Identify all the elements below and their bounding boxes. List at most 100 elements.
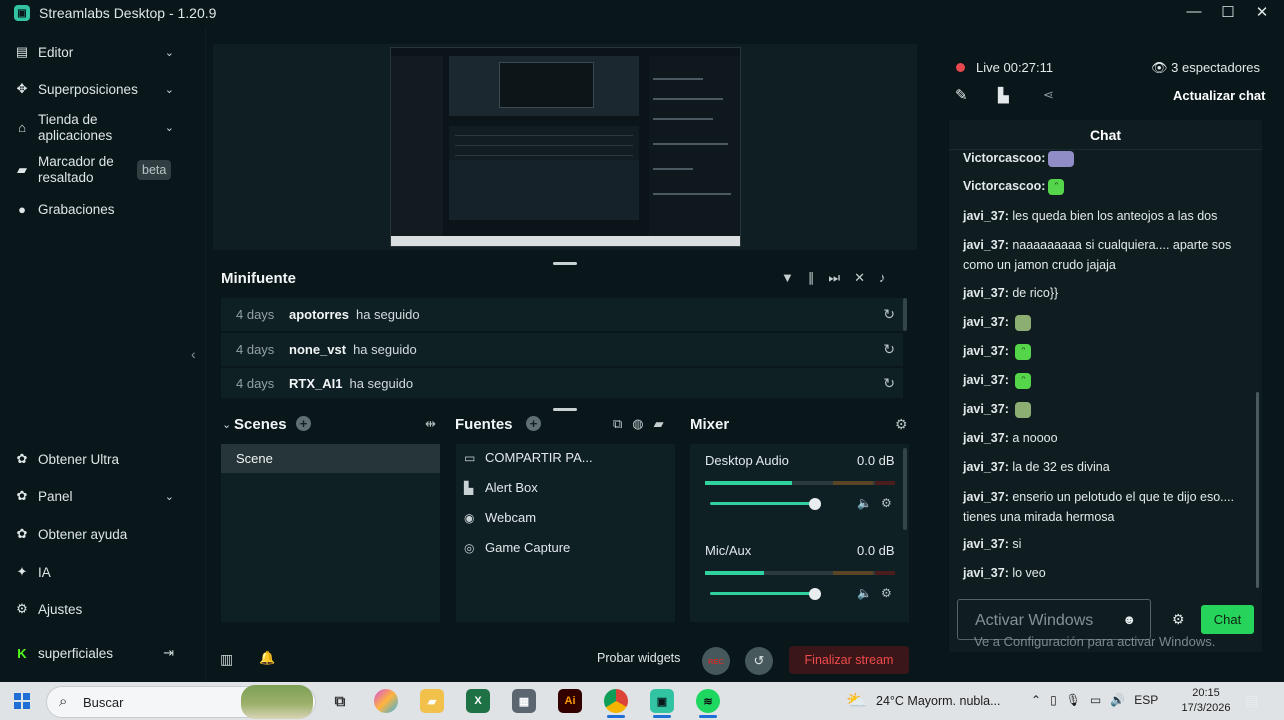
chevron-up-icon[interactable]: ⌃ — [1031, 693, 1041, 707]
clip-icon[interactable]: ▙ — [998, 87, 1009, 104]
chevron-down-icon[interactable]: ⌄ — [165, 490, 174, 503]
source-item[interactable]: ▙ Alert Box — [464, 480, 538, 495]
chevron-down-icon[interactable]: ⌄ — [165, 46, 174, 59]
source-item[interactable]: ▭ COMPARTIR PA... — [464, 450, 593, 465]
share-icon[interactable]: ⋖ — [1043, 87, 1054, 103]
scene-transition-icon[interactable]: ⇹ — [425, 416, 436, 432]
editor-icon: ▤ — [15, 44, 29, 59]
notifications-icon[interactable]: ▤ — [1245, 692, 1258, 709]
sidebar-item-editor[interactable]: ▤ Editor ⌄ — [0, 43, 190, 61]
sidebar-item-ultra[interactable]: ✿ Obtener Ultra — [0, 450, 190, 468]
chat-send-button[interactable]: Chat — [1201, 605, 1254, 634]
record-button[interactable]: REC — [702, 647, 730, 675]
calculator-icon[interactable]: ▦ — [512, 689, 536, 713]
end-stream-button[interactable]: Finalizar stream — [789, 646, 909, 674]
network-icon[interactable]: ▭ — [1090, 693, 1101, 707]
refresh-chat-button[interactable]: Actualizar chat — [1173, 88, 1265, 103]
webcam-icon: ◉ — [464, 510, 475, 525]
microphone-icon[interactable]: 🎙 — [1066, 693, 1081, 707]
maximize-button[interactable]: ☐ — [1220, 3, 1236, 21]
system-tray: ⌃ ▯ 🎙 ▭ 🔊 ESP — [1031, 693, 1158, 707]
speaker-icon[interactable]: 🔈 — [857, 586, 872, 600]
illustrator-icon[interactable]: Ai — [558, 689, 582, 713]
audio-icon[interactable]: ◍ — [632, 416, 643, 432]
volume-slider[interactable] — [710, 498, 838, 510]
clock[interactable]: 20:15 17/3/2026 — [1177, 686, 1235, 716]
sidebar-item-dashboard[interactable]: ✿ Panel ⌄ — [0, 487, 190, 505]
task-view-icon[interactable]: ⧉ — [328, 689, 352, 713]
pause-icon[interactable]: ∥ — [808, 270, 815, 286]
resize-handle[interactable] — [553, 408, 577, 411]
group-icon[interactable]: ⧉ — [613, 416, 622, 432]
mute-alerts-icon[interactable]: ✕ — [854, 270, 865, 286]
device-icon[interactable]: ▯ — [1050, 693, 1057, 707]
feed-scrollbar[interactable] — [903, 298, 907, 331]
chat-user: javi_37: — [963, 402, 1009, 416]
sidebar-item-recordings[interactable]: ● Grabaciones — [0, 200, 190, 218]
stats-icon[interactable]: ▥ — [220, 651, 233, 668]
sidebar-item-settings[interactable]: ⚙ Ajustes — [0, 600, 190, 618]
gear-icon[interactable]: ⚙ — [881, 496, 892, 510]
chevron-down-icon[interactable]: ⌄ — [165, 120, 174, 136]
volume-slider[interactable] — [710, 588, 838, 600]
add-source-icon[interactable]: + — [526, 416, 541, 431]
filter-icon[interactable]: ▼ — [781, 270, 794, 286]
minimize-button[interactable]: — — [1186, 3, 1202, 21]
weather-widget[interactable]: ⛅ 24°C Mayorm. nubla... — [846, 691, 1001, 710]
folder-icon[interactable]: ▰ — [654, 416, 664, 432]
sidebar-item-highlighter[interactable]: ▰ Marcador de resaltado beta — [0, 154, 190, 186]
replay-icon[interactable]: ↻ — [883, 341, 895, 358]
chevron-down-icon[interactable]: ⌄ — [222, 418, 231, 431]
add-scene-icon[interactable]: + — [296, 416, 311, 431]
source-item[interactable]: ◉ Webcam — [464, 510, 536, 525]
replay-icon[interactable]: ↻ — [883, 306, 895, 323]
chat-message: javi_37: enserio un pelotudo el que te d… — [963, 487, 1253, 527]
taskbar-search[interactable]: ⌕ Buscar — [46, 685, 316, 719]
windows-start-icon[interactable] — [14, 693, 30, 709]
mixer-channel-db: 0.0 dB — [857, 453, 895, 468]
sidebar-item-app-store[interactable]: ⌂ Tienda de aplicaciones ⌄ — [0, 112, 190, 144]
gear-icon[interactable]: ⚙ — [1172, 611, 1185, 628]
skip-icon[interactable]: ⏭ — [828, 270, 840, 286]
scenes-title: Scenes — [234, 416, 287, 433]
cloud-sun-icon: ⛅ — [846, 691, 868, 710]
resize-handle[interactable] — [553, 262, 577, 265]
file-explorer-icon[interactable]: ▰ — [420, 689, 444, 713]
chat-scrollbar[interactable] — [1256, 392, 1259, 588]
edit-icon[interactable]: ✎ — [955, 86, 968, 104]
mixer-channel-name: Desktop Audio — [705, 453, 789, 468]
bell-icon[interactable]: 🔔 — [259, 650, 275, 666]
excel-icon[interactable]: X — [466, 689, 490, 713]
sidebar-item-account[interactable]: K superficiales ⇥ — [0, 644, 190, 662]
volume-icon[interactable]: 🔊 — [1110, 693, 1125, 707]
emoji-icon[interactable]: ☻ — [1122, 612, 1136, 627]
mixer-scrollbar[interactable] — [903, 448, 907, 530]
source-item[interactable]: ◎ Game Capture — [464, 540, 570, 555]
replay-icon[interactable]: ↻ — [883, 375, 895, 392]
gear-icon[interactable]: ⚙ — [895, 416, 908, 433]
replay-buffer-button[interactable]: ↺ — [745, 647, 773, 675]
source-label: COMPARTIR PA... — [485, 450, 593, 465]
chrome-icon[interactable] — [604, 689, 628, 713]
emote-icon — [1048, 150, 1075, 167]
volume-icon[interactable]: ♪ — [879, 270, 886, 286]
test-widgets-button[interactable]: Probar widgets — [597, 651, 680, 665]
slider-knob[interactable] — [808, 498, 821, 510]
language-indicator[interactable]: ESP — [1134, 693, 1158, 707]
slider-knob[interactable] — [808, 588, 821, 600]
spotify-icon[interactable]: ≋ — [696, 689, 720, 713]
feed-action: ha seguido — [353, 342, 417, 357]
gear-icon[interactable]: ⚙ — [881, 586, 892, 600]
sidebar-item-overlays[interactable]: ✥ Superposiciones ⌄ — [0, 80, 190, 98]
scene-item[interactable]: Scene — [221, 444, 440, 473]
chat-message: Victorcascoo: ᵔ — [963, 176, 1253, 196]
sidebar-item-help[interactable]: ✿ Obtener ayuda — [0, 525, 190, 543]
logout-icon[interactable]: ⇥ — [163, 645, 174, 661]
collapse-arrow-icon[interactable]: ‹ — [191, 346, 196, 362]
speaker-icon[interactable]: 🔈 — [857, 496, 872, 510]
streamlabs-icon[interactable]: ▣ — [650, 689, 674, 713]
close-button[interactable]: ✕ — [1254, 3, 1270, 21]
sidebar-item-ai[interactable]: ✦ IA — [0, 563, 190, 581]
chevron-down-icon[interactable]: ⌄ — [165, 83, 174, 96]
copilot-icon[interactable] — [374, 689, 398, 713]
